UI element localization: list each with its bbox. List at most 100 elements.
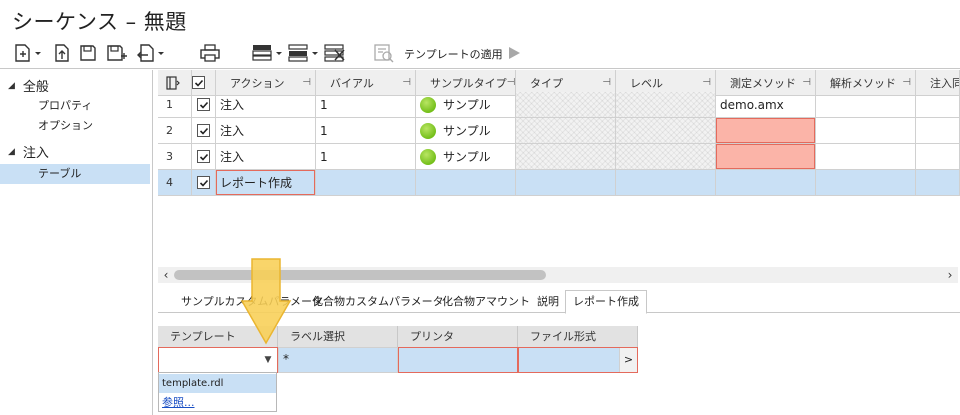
cell-analysis[interactable] [816,170,916,196]
table-row-selected[interactable]: 4 レポート作成 [158,170,960,196]
import-icon [137,44,164,62]
row-checkbox[interactable] [192,170,216,196]
row-checkbox[interactable] [192,92,216,118]
print-button[interactable] [198,42,222,64]
window-title: シーケンス – 無題 [12,10,187,34]
template-button[interactable] [372,42,396,64]
scroll-left-icon[interactable]: ‹ [158,267,174,283]
cell-analysis[interactable] [816,144,916,170]
table-row[interactable]: 2 注入 1 サンプル [158,118,960,144]
cell-method-error[interactable] [716,118,816,144]
check-icon [199,179,208,187]
more-button[interactable]: > [619,348,637,372]
printer-cell[interactable] [398,347,518,373]
pin-icon[interactable]: ⊣ [702,77,711,88]
cell-action[interactable]: レポート作成 [216,170,316,196]
category-label: 注入 [22,146,49,161]
cell-vial[interactable]: 1 [316,92,416,118]
check-icon [194,79,203,87]
file-format-cell[interactable]: > [518,347,638,373]
tree-category-injection[interactable]: ◢ 注入 [8,142,49,161]
cell-method[interactable]: demo.amx [716,92,816,118]
insert-row-button[interactable] [250,42,286,64]
chevron-down-icon[interactable]: ▼ [261,351,275,369]
cell-type[interactable] [516,144,616,170]
cell-action[interactable]: 注入 [216,118,316,144]
cell-level[interactable] [616,144,716,170]
cell-sample-type[interactable]: サンプル [416,92,516,118]
apply-template-label[interactable]: テンプレートの適用 [404,46,503,62]
cell-injection[interactable] [916,92,960,118]
cell-sample-type[interactable]: サンプル [416,118,516,144]
save-icon [80,45,96,61]
tab-report[interactable]: レポート作成 [565,290,647,314]
import-button[interactable] [134,42,168,64]
scroll-right-icon[interactable]: › [942,267,958,283]
cell-level[interactable] [616,170,716,196]
cell-action[interactable]: 注入 [216,92,316,118]
cell-injection[interactable] [916,118,960,144]
report-header-file-format: ファイル形式 [518,326,638,347]
cell-level[interactable] [616,92,716,118]
table-row[interactable]: 1 注入 1 サンプル demo.amx [158,92,960,118]
template-dropdown-list: template.rdl 参照... [158,372,277,412]
table-row[interactable]: 3 注入 1 サンプル [158,144,960,170]
pin-icon[interactable]: ⊣ [507,77,515,88]
append-row-button[interactable] [286,42,322,64]
cell-vial[interactable]: 1 [316,118,416,144]
browse-link[interactable]: 参照... [159,393,276,412]
expand-triangle-icon[interactable]: ◢ [8,147,15,157]
print-icon [200,44,220,62]
cell-injection[interactable] [916,170,960,196]
tab-compound-amount[interactable]: 化合物アマウント [435,291,537,313]
check-icon [199,153,208,161]
template-select[interactable]: ▼ [158,347,278,373]
run-button[interactable] [504,42,524,64]
dropdown-option[interactable]: template.rdl [159,374,276,393]
insert-row-icon [252,45,282,61]
tree-item-properties[interactable]: プロパティ [0,96,150,116]
cell-method[interactable] [716,170,816,196]
pin-icon[interactable]: ⊣ [302,77,311,88]
expand-triangle-icon[interactable]: ◢ [8,81,15,91]
check-icon [199,127,208,135]
cell-analysis[interactable] [816,118,916,144]
tree-item-table[interactable]: テーブル [0,164,150,184]
cell-type[interactable] [516,92,616,118]
tab-compound-custom-params[interactable]: 化合物カスタムパラメータ [305,291,451,313]
row-checkbox[interactable] [192,144,216,170]
cell-method-error[interactable] [716,144,816,170]
save-as-icon [107,45,127,61]
scroll-thumb[interactable] [174,270,546,280]
cell-action[interactable]: 注入 [216,144,316,170]
cell-injection[interactable] [916,144,960,170]
save-as-button[interactable] [105,42,129,64]
report-header-printer: プリンタ [398,326,518,347]
cell-vial[interactable] [316,170,416,196]
new-button[interactable] [12,42,44,64]
cell-sample-type[interactable] [416,170,516,196]
cell-sample-type[interactable]: サンプル [416,144,516,170]
pin-icon[interactable]: ⊣ [902,77,911,88]
status-ok-icon [420,96,436,113]
pin-icon[interactable]: ⊣ [802,77,811,88]
pin-icon[interactable]: ⊣ [602,77,611,88]
tree-category-general[interactable]: ◢ 全般 [8,76,49,95]
tree-item-options[interactable]: オプション [0,116,150,136]
row-number: 1 [158,92,192,118]
cell-type[interactable] [516,118,616,144]
save-button[interactable] [78,42,98,64]
cell-analysis[interactable] [816,92,916,118]
open-button[interactable] [52,42,72,64]
label-select-cell[interactable]: * [278,347,398,373]
cell-type[interactable] [516,170,616,196]
tab-description[interactable]: 説明 [530,291,566,313]
row-checkbox[interactable] [192,118,216,144]
checkbox[interactable] [192,76,205,89]
pin-icon[interactable]: ⊣ [402,77,411,88]
run-icon [509,47,520,59]
delete-row-button[interactable] [322,42,348,64]
check-icon [199,101,208,109]
cell-vial[interactable]: 1 [316,144,416,170]
cell-level[interactable] [616,118,716,144]
